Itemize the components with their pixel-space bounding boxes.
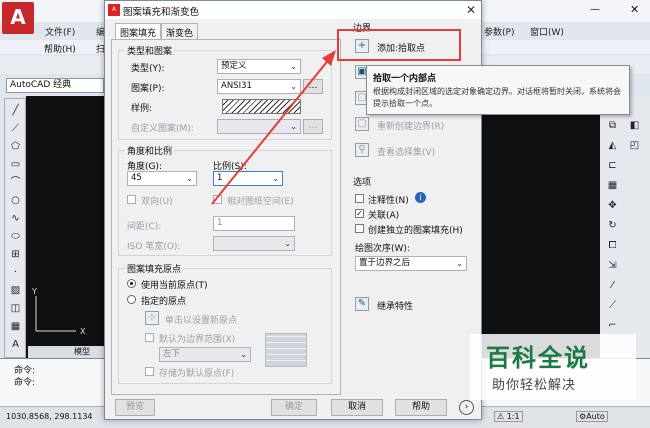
pick-point-tooltip: 拾取一个内部点 根据构成封闭区域的选定对象确定边界。对话框将暂时关闭，系统将会提… [366,65,630,115]
watermark-sub: 助你轻松解决 [492,378,577,393]
tooltip-body: 根据构成封闭区域的选定对象确定边界。对话框将暂时关闭，系统将会提示拾取一个点。 [373,87,621,108]
watermark: 百科全说 助你轻松解决 [470,334,636,400]
watermark-main: 百科全说 [486,344,590,372]
tooltip-heading: 拾取一个内部点 [373,74,437,84]
